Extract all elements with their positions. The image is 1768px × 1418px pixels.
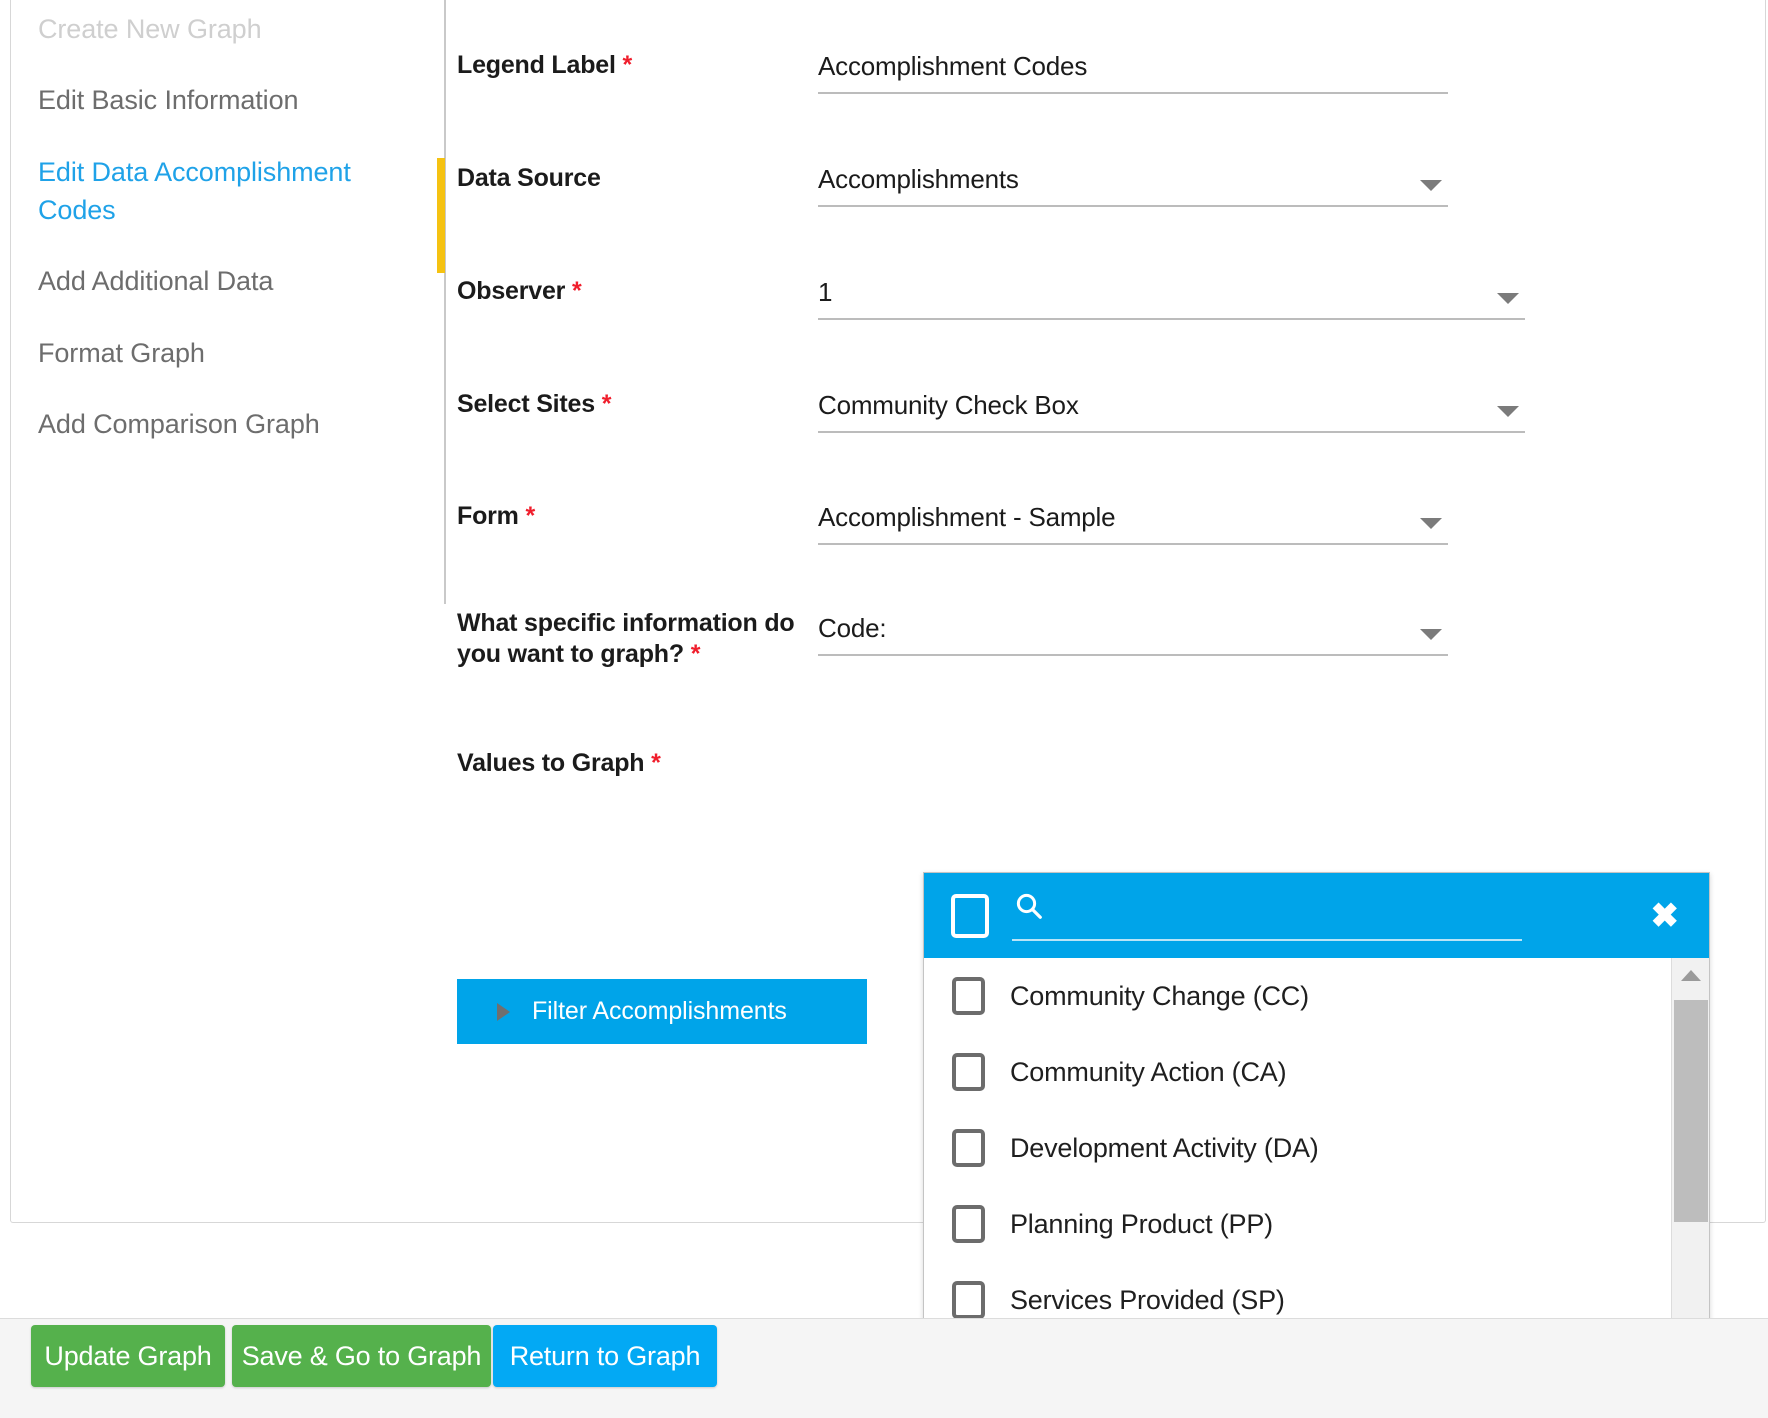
chevron-down-icon[interactable]: [1420, 180, 1442, 191]
chevron-down-icon[interactable]: [1497, 406, 1519, 417]
required-asterisk: *: [601, 390, 612, 418]
legend-label-control[interactable]: Accomplishment Codes: [818, 50, 1448, 94]
chevron-down-icon[interactable]: [1497, 293, 1519, 304]
list-item[interactable]: Development Activity (DA): [924, 1110, 1709, 1186]
data-source-select[interactable]: Accomplishments: [818, 163, 1448, 207]
form-label: Form *: [457, 501, 807, 532]
list-item-label: Community Change (CC): [1010, 980, 1309, 1011]
select-sites-select[interactable]: Community Check Box: [818, 389, 1525, 433]
select-sites-value: Community Check Box: [818, 390, 1079, 420]
sidebar-item-edit-basic-information[interactable]: Edit Basic Information: [24, 81, 434, 119]
specific-information-label: What specific information do you want to…: [457, 608, 802, 671]
specific-information-label-text: What specific information do you want to…: [457, 609, 795, 669]
wizard-divider: [444, 0, 446, 604]
sidebar-item-format-graph[interactable]: Format Graph: [24, 334, 434, 372]
required-asterisk: *: [571, 277, 582, 305]
sidebar-item-create-new-graph: Create New Graph: [38, 14, 262, 44]
form-label-text: Form: [457, 502, 519, 530]
footer-divider: [0, 1318, 1768, 1319]
select-sites-label: Select Sites *: [457, 389, 807, 420]
sidebar-item-edit-data-accomplishment-codes[interactable]: Edit Data Accomplishment Codes: [24, 153, 354, 230]
observer-value: 1: [818, 277, 833, 307]
multiselect-search-wrap: [1012, 884, 1709, 947]
triangle-right-icon: [497, 1002, 510, 1021]
filter-accomplishments-button[interactable]: Filter Accomplishments: [457, 979, 867, 1044]
list-item[interactable]: Planning Product (PP): [924, 1186, 1709, 1262]
values-to-graph-label-text: Values to Graph: [457, 749, 645, 777]
data-source-label: Data Source: [457, 164, 601, 192]
observer-label: Observer *: [457, 276, 807, 307]
sidebar-item-add-comparison-graph[interactable]: Add Comparison Graph: [24, 405, 434, 443]
list-item-label: Community Action (CA): [1010, 1056, 1287, 1087]
observer-select[interactable]: 1: [818, 276, 1525, 320]
specific-information-value: Code:: [818, 613, 887, 643]
wizard-nav: Create New Graph Edit Basic Information …: [24, 10, 434, 476]
required-asterisk: *: [525, 502, 535, 530]
page-root: Create New Graph Edit Basic Information …: [0, 0, 1768, 1418]
list-item[interactable]: Community Change (CC): [924, 958, 1709, 1034]
form-value: Accomplishment - Sample: [818, 502, 1116, 532]
multiselect-header: ✖: [924, 873, 1709, 958]
checkbox-icon[interactable]: [952, 1281, 985, 1319]
select-all-checkbox[interactable]: [951, 893, 989, 938]
checkbox-icon[interactable]: [952, 977, 985, 1015]
list-item-label: Development Activity (DA): [1010, 1132, 1319, 1163]
list-item-label: Planning Product (PP): [1010, 1208, 1273, 1239]
wizard-active-marker: [437, 158, 445, 273]
checkbox-icon[interactable]: [952, 1129, 985, 1167]
required-asterisk: *: [690, 640, 701, 669]
update-graph-button[interactable]: Update Graph: [31, 1325, 225, 1387]
form-select[interactable]: Accomplishment - Sample: [818, 501, 1448, 545]
save-and-go-to-graph-button[interactable]: Save & Go to Graph: [232, 1325, 491, 1387]
sidebar-item-add-additional-data[interactable]: Add Additional Data: [24, 262, 434, 300]
specific-information-select[interactable]: Code:: [818, 612, 1448, 656]
select-sites-label-text: Select Sites: [457, 390, 595, 418]
values-to-graph-label: Values to Graph *: [457, 748, 807, 779]
return-to-graph-button[interactable]: Return to Graph: [493, 1325, 717, 1387]
chevron-down-icon[interactable]: [1420, 629, 1442, 640]
chevron-down-icon[interactable]: [1420, 518, 1442, 529]
scrollbar-thumb[interactable]: [1674, 1000, 1708, 1222]
legend-label-value[interactable]: Accomplishment Codes: [818, 51, 1087, 82]
list-item[interactable]: Community Action (CA): [924, 1034, 1709, 1110]
required-asterisk: *: [622, 51, 633, 79]
multiselect-search-input[interactable]: [1012, 884, 1522, 941]
filter-accomplishments-label: Filter Accomplishments: [532, 997, 787, 1025]
checkbox-icon[interactable]: [952, 1205, 985, 1243]
list-item-label: Services Provided (SP): [1010, 1284, 1285, 1315]
scroll-up-arrow-icon[interactable]: [1681, 970, 1701, 981]
legend-label-text: Legend Label: [457, 51, 616, 79]
data-source-value: Accomplishments: [818, 164, 1019, 194]
close-icon[interactable]: ✖: [1651, 899, 1680, 933]
checkbox-icon[interactable]: [952, 1053, 985, 1091]
required-asterisk: *: [651, 749, 661, 777]
legend-label-label: Legend Label *: [457, 50, 807, 81]
observer-label-text: Observer: [457, 277, 566, 305]
